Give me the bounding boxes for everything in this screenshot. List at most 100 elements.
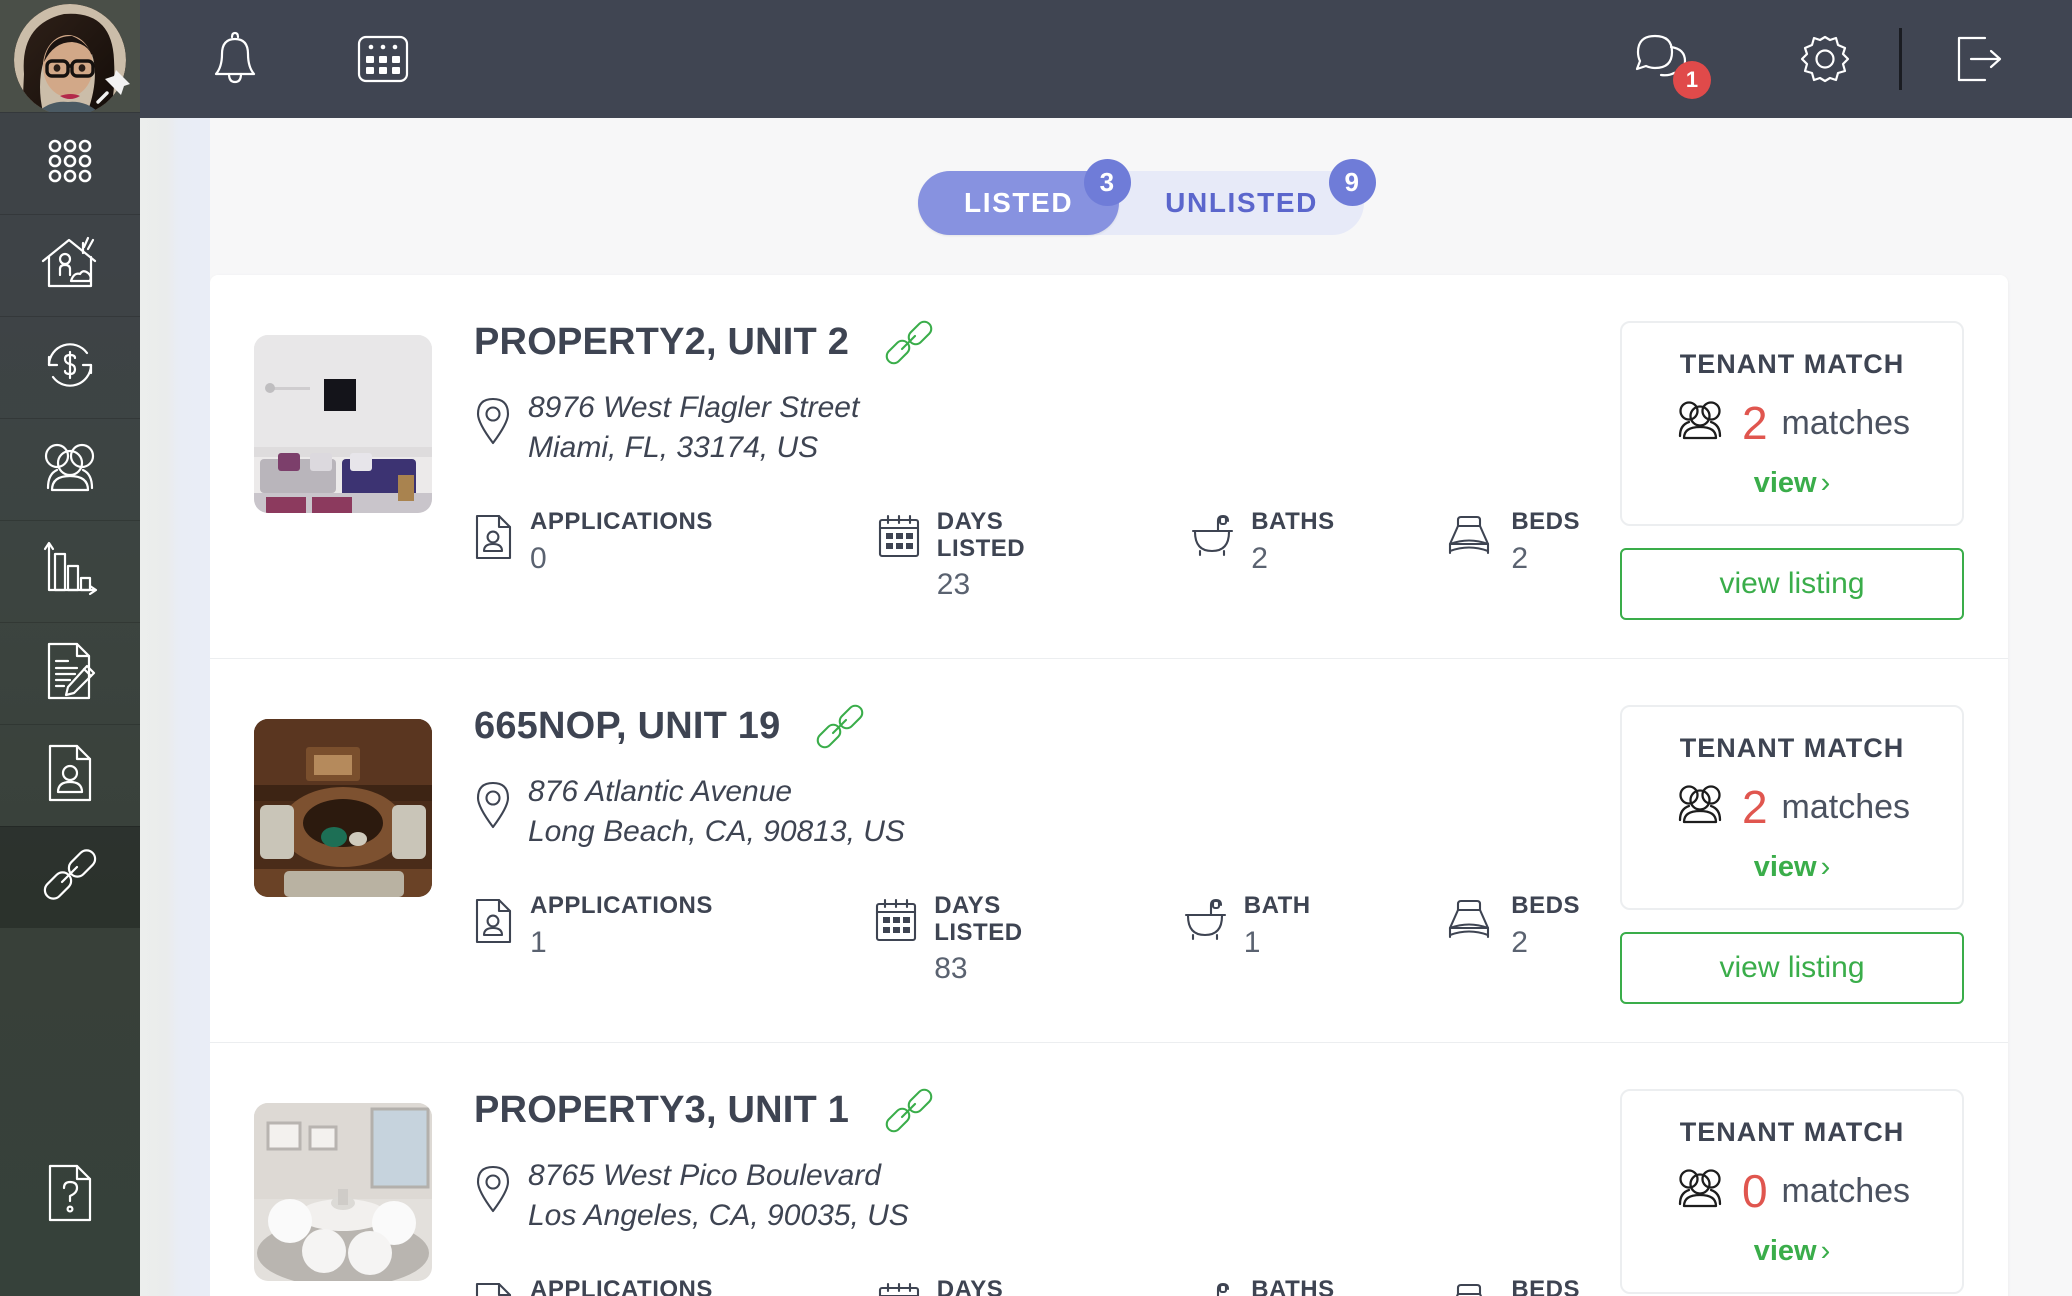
- listing-row[interactable]: PROPERTY2, UNIT 2 8976 West Flagler Stre…: [210, 275, 2008, 658]
- sidebar-item-dashboard[interactable]: [0, 112, 140, 214]
- sidebar-item-documents[interactable]: [0, 622, 140, 724]
- house-icon: [38, 231, 102, 300]
- stat-label: DAYS LISTED: [934, 892, 1023, 946]
- chevron-right-icon: ›: [1820, 1235, 1831, 1267]
- people-icon: [38, 438, 102, 501]
- stat-value: 2: [1511, 541, 1528, 575]
- top-header-bar: 1: [140, 0, 2072, 118]
- listing-details: PROPERTY3, UNIT 1 8765 West Pico Bouleva…: [474, 1083, 1580, 1296]
- header-divider: [1899, 28, 1902, 90]
- view-label: view: [1753, 467, 1817, 499]
- listing-address: 8976 West Flagler Street Miami, FL, 3317…: [528, 388, 859, 467]
- bar-chart-icon: [40, 540, 100, 603]
- listing-stats: APPLICATIONS 1 DAYS LISTED 83 BATH 1 BED…: [474, 892, 1580, 985]
- stat-label: BEDS: [1511, 892, 1580, 920]
- stat-value: 23: [936, 567, 971, 601]
- tenant-match-view-link[interactable]: view ›: [1638, 1235, 1946, 1268]
- sidebar-item-applications[interactable]: [0, 724, 140, 826]
- document-person-icon: [474, 897, 514, 950]
- document-pencil-icon: [41, 640, 99, 707]
- listing-status-tabs-wrapper: LISTED 3 UNLISTED 9: [210, 118, 2072, 235]
- listing-status-tabs: LISTED 3 UNLISTED 9: [918, 159, 1376, 235]
- sidebar-item-payments[interactable]: [0, 316, 140, 418]
- listing-title: PROPERTY2, UNIT 2: [474, 321, 850, 363]
- sidebar-item-tenants[interactable]: [0, 418, 140, 520]
- view-label: view: [1753, 1235, 1817, 1267]
- view-listing-button[interactable]: view listing: [1620, 548, 1964, 620]
- left-sidebar: [0, 0, 140, 1296]
- calendar-icon[interactable]: [351, 27, 415, 91]
- listing-row[interactable]: PROPERTY3, UNIT 1 8765 West Pico Bouleva…: [210, 1042, 2008, 1296]
- stat-applications: APPLICATIONS 1: [474, 892, 713, 959]
- bathtub-icon: [1182, 897, 1228, 948]
- listing-address-line2: Long Beach, CA, 90813, US: [528, 814, 905, 848]
- listing-details: 665NOP, UNIT 19 876 Atlantic Avenue Long…: [474, 699, 1580, 985]
- notifications-bell-icon[interactable]: [203, 27, 267, 91]
- stat-value: 1: [1243, 925, 1261, 959]
- sidebar-item-reports[interactable]: [0, 520, 140, 622]
- stat-days-listed: DAYS LISTED 83: [874, 893, 1041, 985]
- tab-listed-label: LISTED: [964, 187, 1074, 218]
- chain-link-icon[interactable]: [814, 701, 866, 758]
- sidebar-content-gutter: [140, 118, 210, 1296]
- tab-listed[interactable]: LISTED 3: [918, 159, 1132, 235]
- stat-days-listed: DAYS LISTED 282: [877, 1277, 1047, 1296]
- stat-value: 1: [530, 925, 547, 959]
- tenant-match-word: matches: [1781, 403, 1911, 442]
- stat-baths: BATHS 2: [1189, 508, 1334, 575]
- sidebar-item-properties[interactable]: [0, 214, 140, 316]
- stat-label: BATH: [1243, 892, 1311, 920]
- view-listing-button[interactable]: view listing: [1620, 932, 1964, 1004]
- tab-unlisted[interactable]: UNLISTED 9: [1119, 159, 1376, 235]
- chain-link-icon[interactable]: [883, 317, 935, 374]
- location-pin-icon: [474, 780, 512, 835]
- listing-thumbnail[interactable]: [254, 335, 432, 513]
- stat-applications: APPLICATIONS 0: [474, 1276, 713, 1296]
- listing-thumbnail[interactable]: [254, 1103, 432, 1281]
- grid-dots-icon: [42, 133, 98, 194]
- location-pin-icon: [474, 1164, 512, 1219]
- listing-address: 8765 West Pico Boulevard Los Angeles, CA…: [528, 1156, 909, 1235]
- tenant-match-view-link[interactable]: view ›: [1638, 467, 1946, 500]
- listing-thumbnail[interactable]: [254, 719, 432, 897]
- calendar-icon: [877, 1281, 921, 1296]
- tenant-match-view-link[interactable]: view ›: [1638, 851, 1946, 884]
- tenant-match-box: TENANT MATCH 2 matches view ›: [1620, 321, 1964, 526]
- messages-icon[interactable]: 1: [1633, 27, 1711, 99]
- listing-address: 876 Atlantic Avenue Long Beach, CA, 9081…: [528, 772, 905, 851]
- listing-address-line1: 8765 West Pico Boulevard: [528, 1159, 881, 1192]
- listing-details: PROPERTY2, UNIT 2 8976 West Flagler Stre…: [474, 315, 1580, 601]
- tenant-match-box: TENANT MATCH 0 matches view ›: [1620, 1089, 1964, 1294]
- pin-icon[interactable]: [94, 66, 134, 106]
- tenant-match-count: 0: [1741, 1164, 1768, 1217]
- people-icon: [1674, 782, 1728, 831]
- bathtub-icon: [1189, 1281, 1235, 1296]
- calendar-icon: [874, 897, 918, 948]
- bed-icon: [1443, 513, 1495, 562]
- sidebar-item-listings[interactable]: [0, 826, 140, 928]
- bathtub-icon: [1189, 513, 1235, 564]
- stat-label: DAYS LISTED: [936, 508, 1026, 562]
- tenant-match-column: TENANT MATCH 0 matches view ›: [1620, 1083, 1964, 1296]
- chevron-right-icon: ›: [1820, 467, 1831, 499]
- gear-icon[interactable]: [1793, 27, 1857, 91]
- chain-link-icon[interactable]: [883, 1085, 935, 1142]
- logout-icon[interactable]: [1946, 27, 2010, 91]
- sidebar-item-help[interactable]: [0, 1144, 140, 1246]
- tenant-match-box: TENANT MATCH 2 matches view ›: [1620, 705, 1964, 910]
- calendar-icon: [877, 513, 921, 564]
- listing-title: PROPERTY3, UNIT 1: [474, 1089, 850, 1131]
- stat-value: 83: [934, 951, 968, 985]
- tenant-match-column: TENANT MATCH 2 matches view › view listi…: [1620, 699, 1964, 1004]
- tenant-match-title: TENANT MATCH: [1679, 1117, 1905, 1147]
- listing-address-line2: Los Angeles, CA, 90035, US: [528, 1198, 909, 1232]
- tenant-match-title: TENANT MATCH: [1679, 733, 1905, 763]
- stat-label: APPLICATIONS: [530, 508, 713, 536]
- tenant-match-word: matches: [1781, 1171, 1911, 1210]
- listing-address-line1: 8976 West Flagler Street: [528, 391, 860, 424]
- listing-title: 665NOP, UNIT 19: [474, 705, 781, 747]
- listing-stats: APPLICATIONS 0: [474, 508, 1580, 601]
- listing-row[interactable]: 665NOP, UNIT 19 876 Atlantic Avenue Long…: [210, 658, 2008, 1042]
- avatar[interactable]: [0, 0, 140, 112]
- document-person-icon: [44, 742, 96, 809]
